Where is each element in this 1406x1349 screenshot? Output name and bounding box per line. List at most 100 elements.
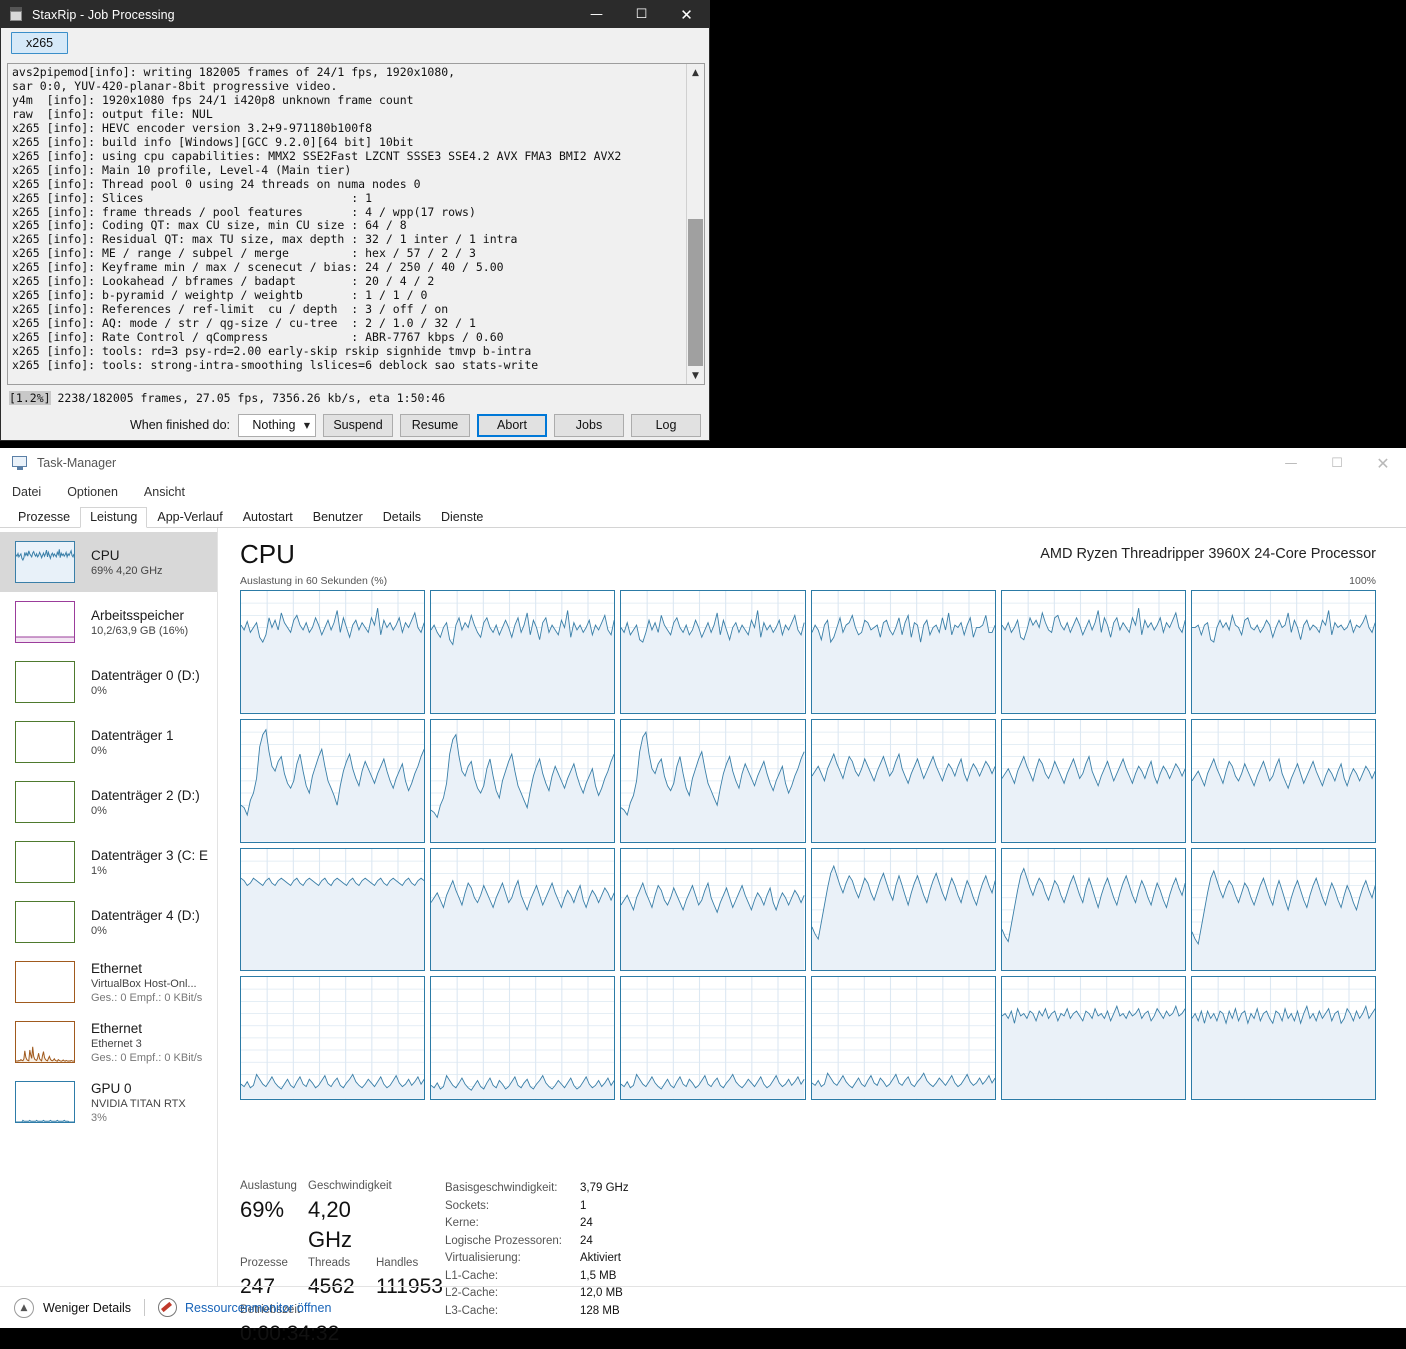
cpu-core-graph[interactable] (430, 718, 616, 843)
cpu-core-graph[interactable] (1000, 590, 1186, 714)
cpu-core-graph[interactable] (430, 847, 616, 972)
less-details-button[interactable]: Weniger Details (43, 1301, 131, 1315)
sidebar-thumbnail (15, 661, 75, 703)
cpu-core-graph[interactable] (1190, 976, 1376, 1100)
sidebar-item-datentr-ger-0-d[interactable]: Datenträger 0 (D:) 0% (0, 652, 217, 712)
sidebar-item-text: Datenträger 2 (D:) 0% (91, 787, 200, 818)
tab-app-verlauf[interactable]: App-Verlauf (147, 507, 232, 527)
tab-prozesse[interactable]: Prozesse (8, 507, 80, 527)
cpu-core-graph[interactable] (240, 847, 426, 972)
maximize-icon[interactable]: ☐ (1314, 448, 1360, 478)
task-manager-window-title: Task-Manager (37, 456, 117, 470)
logical-processor-graph-grid[interactable] (240, 590, 1376, 1100)
cpu-core-graph[interactable] (240, 976, 426, 1100)
chevron-up-icon[interactable]: ▲ (14, 1297, 34, 1318)
menu-ansicht[interactable]: Ansicht (144, 485, 185, 499)
cpu-model-label: AMD Ryzen Threadripper 3960X 24-Core Pro… (1040, 546, 1376, 562)
minimize-icon[interactable]: — (574, 1, 619, 28)
sidebar-item-label: Datenträger 4 (D:) (91, 907, 200, 923)
sidebar-item-datentr-ger-1[interactable]: Datenträger 1 0% (0, 712, 217, 772)
tab-autostart[interactable]: Autostart (233, 507, 303, 527)
cpu-core-graph[interactable] (810, 590, 996, 714)
tab-dienste[interactable]: Dienste (431, 507, 493, 527)
cpu-core-graph[interactable] (240, 718, 426, 843)
cpu-core-graph[interactable] (620, 976, 806, 1100)
when-finished-select[interactable]: Nothing ▼ (238, 413, 316, 437)
cpu-core-graph[interactable] (240, 590, 426, 714)
cpu-detail-key: Sockets: (445, 1199, 490, 1212)
scrollbar-thumb[interactable] (688, 219, 703, 366)
stat-label: Auslastung (240, 1180, 297, 1192)
cpu-core-graph[interactable] (620, 847, 806, 972)
sidebar-item-cpu[interactable]: CPU 69% 4,20 GHz (0, 532, 217, 592)
sidebar-item-ethernet[interactable]: Ethernet VirtualBox Host-Onl... Ges.: 0 Em… (0, 952, 217, 1012)
sidebar-item-datentr-ger-2-d[interactable]: Datenträger 2 (D:) 0% (0, 772, 217, 832)
staxrip-app-icon (9, 6, 25, 23)
menu-datei[interactable]: Datei (12, 485, 41, 499)
cpu-detail-value: 1 (580, 1199, 587, 1212)
resource-monitor-icon[interactable] (158, 1298, 178, 1317)
log-scrollbar[interactable]: ▲ ▼ (686, 64, 704, 384)
cpu-core-graph[interactable] (1190, 847, 1376, 972)
cpu-core-graph[interactable] (810, 847, 996, 972)
cpu-core-graph[interactable] (810, 976, 996, 1100)
when-finished-value: Nothing (252, 418, 296, 432)
sidebar-item-gpu-0[interactable]: GPU 0 NVIDIA TITAN RTX 3% (0, 1072, 217, 1132)
sidebar-item-label: CPU (91, 547, 120, 563)
stat-value: 69% (240, 1197, 285, 1222)
sidebar-item-datentr-ger-3-c-e[interactable]: Datenträger 3 (C: E 1% (0, 832, 217, 892)
stat-geschwindigkeit: Geschwindigkeit 4,20 GHz (308, 1178, 392, 1255)
cpu-detail-value: Aktiviert (580, 1252, 621, 1264)
sidebar-thumbnail (15, 841, 75, 883)
sidebar-item-subtext: 69% 4,20 GHz (91, 564, 163, 577)
cpu-core-graph[interactable] (810, 718, 996, 843)
tab-details[interactable]: Details (373, 507, 431, 527)
staxrip-log-panel: avs2pipemod[info]: writing 182005 frames… (7, 63, 705, 385)
cpu-core-graph[interactable] (430, 976, 616, 1100)
resume-button[interactable]: Resume (400, 413, 470, 437)
cpu-core-graph[interactable] (620, 718, 806, 843)
menu-optionen[interactable]: Optionen (67, 485, 118, 499)
cpu-core-graph[interactable] (430, 590, 616, 714)
tab-bar: Prozesse Leistung App-Verlauf Autostart … (0, 505, 1406, 528)
sidebar-item-ethernet[interactable]: Ethernet Ethernet 3 Ges.: 0 Empf.: 0 KBit/… (0, 1012, 217, 1072)
scroll-up-icon[interactable]: ▲ (687, 64, 704, 81)
sidebar-thumbnail (15, 1021, 75, 1063)
sidebar-item-label: Arbeitsspeicher (91, 607, 185, 623)
sidebar-item-subtext: 1% (91, 864, 107, 877)
staxrip-title-bar[interactable]: StaxRip - Job Processing — ☐ ✕ (1, 1, 709, 28)
resource-monitor-link[interactable]: Ressourcenmonitor öffnen (185, 1301, 331, 1315)
cpu-core-graph[interactable] (1190, 590, 1376, 714)
menu-bar: Datei Optionen Ansicht (0, 478, 1406, 505)
cpu-detail-key: L1-Cache: (445, 1269, 499, 1282)
jobs-button[interactable]: Jobs (554, 413, 624, 437)
minimize-icon[interactable]: — (1268, 448, 1314, 478)
cpu-core-graph[interactable] (1000, 976, 1186, 1100)
sidebar-thumbnail (15, 1081, 75, 1123)
cpu-core-graph[interactable] (1000, 847, 1186, 972)
sidebar-item-datentr-ger-4-d[interactable]: Datenträger 4 (D:) 0% (0, 892, 217, 952)
page-title: CPU (240, 539, 295, 569)
cpu-core-graph[interactable] (620, 590, 806, 714)
tab-x265[interactable]: x265 (11, 32, 69, 54)
cpu-core-graph[interactable] (1000, 718, 1186, 843)
tab-benutzer[interactable]: Benutzer (303, 507, 373, 527)
maximize-icon[interactable]: ☐ (619, 1, 664, 28)
sidebar-item-text: Datenträger 1 0% (91, 727, 174, 758)
scroll-down-icon[interactable]: ▼ (687, 367, 704, 384)
sidebar-item-text: Ethernet VirtualBox Host-Onl... Ges.: 0 Em… (91, 960, 202, 1005)
log-button[interactable]: Log (631, 413, 701, 437)
sidebar-thumbnail (15, 721, 75, 763)
cpu-core-graph[interactable] (1190, 718, 1376, 843)
sidebar-item-arbeitsspeicher[interactable]: Arbeitsspeicher 10,2/63,9 GB (16%) (0, 592, 217, 652)
task-manager-title-bar[interactable]: Task-Manager — ☐ ✕ (0, 448, 1406, 478)
close-icon[interactable]: ✕ (664, 1, 709, 28)
close-icon[interactable]: ✕ (1360, 448, 1406, 478)
tab-leistung[interactable]: Leistung (80, 507, 148, 528)
performance-sidebar[interactable]: CPU 69% 4,20 GHz Arbeitsspeicher 10,2/63,9 … (0, 528, 218, 1286)
sidebar-item-label: Datenträger 3 (C: E (91, 847, 209, 863)
cpu-detail-row: Virtualisierung: Aktiviert (445, 1250, 629, 1268)
sidebar-item-subtext-2: 3% (91, 1111, 107, 1124)
suspend-button[interactable]: Suspend (323, 413, 393, 437)
abort-button[interactable]: Abort (477, 413, 547, 437)
